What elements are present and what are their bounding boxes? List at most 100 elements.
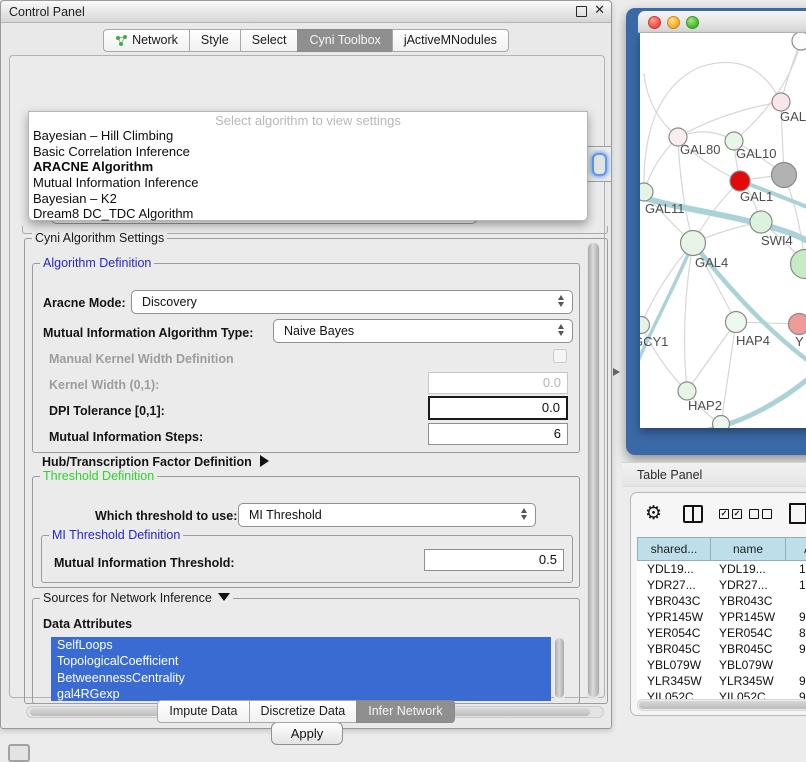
network-edge[interactable] bbox=[644, 73, 678, 137]
network-node[interactable] bbox=[730, 171, 750, 191]
network-canvas[interactable]: GALGAL80GAL10GAL1GAL11SWI4GAL4GCY1HAP4YH… bbox=[640, 33, 806, 428]
table-cell: YDL19... bbox=[637, 561, 711, 577]
algorithm-option[interactable]: ARACNE Algorithm bbox=[29, 159, 587, 175]
node-label: GAL bbox=[780, 109, 806, 124]
network-edge[interactable] bbox=[644, 62, 781, 192]
network-edge[interactable] bbox=[644, 137, 678, 192]
gear-icon[interactable]: ⚙ bbox=[645, 502, 662, 524]
node-label: GCY1 bbox=[640, 334, 668, 349]
network-edge[interactable] bbox=[685, 243, 693, 391]
control-panel-window: Control Panel ✕ Network Style Select Cyn… bbox=[0, 0, 612, 729]
document-icon[interactable] bbox=[789, 503, 806, 524]
table-row[interactable]: YDL19...YDL19...13 bbox=[637, 561, 806, 577]
network-edge[interactable] bbox=[678, 102, 781, 137]
tab-cyni-toolbox[interactable]: Cyni Toolbox bbox=[297, 29, 392, 52]
tab-style[interactable]: Style bbox=[189, 29, 241, 52]
network-node[interactable] bbox=[791, 250, 806, 279]
manual-kernel-checkbox[interactable] bbox=[553, 349, 567, 363]
attribute-list-item[interactable]: BetweennessCentrality bbox=[51, 670, 551, 686]
column-header-name[interactable]: name bbox=[710, 537, 786, 561]
float-window-icon[interactable] bbox=[576, 6, 587, 17]
mi-type-select[interactable]: Naive Bayes bbox=[273, 319, 573, 343]
apply-button[interactable]: Apply bbox=[271, 722, 343, 745]
table-row[interactable]: YIL052CYIL052C9 bbox=[637, 689, 806, 699]
table-row[interactable]: YPR145WYPR145W9. bbox=[637, 609, 806, 625]
network-edge[interactable] bbox=[687, 322, 736, 391]
table-cell: YBL079W bbox=[637, 657, 711, 673]
corner-button-fragment[interactable] bbox=[8, 744, 30, 762]
collapse-down-icon[interactable] bbox=[218, 593, 230, 601]
table-cell: YPR145W bbox=[637, 609, 711, 625]
network-node[interactable] bbox=[640, 317, 650, 334]
algorithm-option[interactable]: Mutual Information Inference bbox=[29, 175, 587, 191]
mi-steps-label: Mutual Information Steps: bbox=[49, 430, 203, 444]
network-node[interactable] bbox=[640, 183, 653, 201]
algorithm-option[interactable]: Dream8 DC_TDC Algorithm bbox=[29, 206, 587, 222]
tab-network[interactable]: Network bbox=[103, 29, 190, 52]
algorithm-option[interactable]: Basic Correlation Inference bbox=[29, 144, 587, 160]
cyni-settings-title: Cyni Algorithm Settings bbox=[32, 231, 167, 245]
list-vertical-scrollbar[interactable] bbox=[554, 637, 565, 701]
table-panel-titlebar: Table Panel bbox=[622, 462, 806, 487]
table-cell: YBL079W bbox=[711, 657, 787, 673]
attribute-list-item[interactable]: SelfLoops bbox=[51, 637, 551, 653]
table-cell: 9. bbox=[787, 641, 806, 657]
aracne-mode-select[interactable]: Discovery bbox=[131, 290, 573, 314]
network-node[interactable] bbox=[789, 314, 806, 335]
network-edge[interactable] bbox=[734, 41, 801, 141]
tab-network-label: Network bbox=[132, 30, 178, 51]
tab-impute-data[interactable]: Impute Data bbox=[157, 700, 249, 723]
tab-infer-network[interactable]: Infer Network bbox=[356, 700, 454, 723]
dpi-tolerance-field[interactable]: 0.0 bbox=[428, 396, 568, 420]
network-edge[interactable] bbox=[721, 322, 736, 424]
close-traffic-light[interactable] bbox=[648, 16, 661, 29]
algorithm-option[interactable]: Bayesian – K2 bbox=[29, 191, 587, 207]
deselect-all-icon[interactable] bbox=[749, 509, 772, 519]
expand-right-icon bbox=[260, 455, 269, 467]
table-row[interactable]: YBL079WYBL079W bbox=[637, 657, 806, 673]
table-cell: YBR045C bbox=[637, 641, 711, 657]
column-header-cut[interactable]: A bbox=[785, 537, 806, 561]
threshold-definition-group: Threshold Definition Which threshold to … bbox=[32, 476, 580, 588]
network-node[interactable] bbox=[792, 33, 806, 50]
mi-steps-field[interactable]: 6 bbox=[428, 423, 568, 445]
which-threshold-select[interactable]: MI Threshold bbox=[238, 503, 536, 527]
data-attributes-list[interactable]: SelfLoopsTopologicalCoefficientBetweenne… bbox=[51, 637, 551, 701]
settings-vertical-scrollbar[interactable] bbox=[587, 242, 600, 700]
algorithm-dropdown-popup: Select algorithm to view settings Bayesi… bbox=[28, 111, 588, 221]
column-header-shared-name[interactable]: shared... bbox=[637, 537, 711, 561]
network-node[interactable] bbox=[713, 416, 730, 429]
cyni-toolbox-panel: Select algorithm to view settings Bayesi… bbox=[9, 55, 605, 698]
network-node[interactable] bbox=[681, 231, 706, 256]
mi-threshold-title: MI Threshold Definition bbox=[49, 528, 183, 542]
zoom-traffic-light[interactable] bbox=[686, 16, 699, 29]
table-row[interactable]: YBR045CYBR045C9. bbox=[637, 641, 806, 657]
attribute-list-item[interactable]: gal4RGexp bbox=[51, 686, 551, 701]
table-cell: 9. bbox=[787, 673, 806, 689]
algorithm-option[interactable]: Bayesian – Hill Climbing bbox=[29, 128, 587, 144]
network-node[interactable] bbox=[772, 163, 797, 188]
table-horizontal-scrollbar[interactable] bbox=[637, 699, 806, 711]
table-row[interactable]: YBR043CYBR043C bbox=[637, 593, 806, 609]
select-all-icon[interactable]: ✓✓ bbox=[719, 509, 742, 519]
node-label: GAL10 bbox=[736, 146, 776, 161]
table-cell: 9 bbox=[787, 689, 806, 699]
aracne-mode-label: Aracne Mode: bbox=[43, 296, 126, 310]
combo-stepper-focused[interactable] bbox=[592, 153, 607, 176]
tab-jactivemnodules[interactable]: jActiveMNodules bbox=[392, 29, 509, 52]
attribute-list-item[interactable]: TopologicalCoefficient bbox=[51, 653, 551, 669]
network-view-window: GALGAL80GAL10GAL1GAL11SWI4GAL4GCY1HAP4YH… bbox=[626, 8, 806, 455]
network-node[interactable] bbox=[750, 211, 772, 233]
network-node[interactable] bbox=[726, 312, 747, 333]
table-row[interactable]: YLR345WYLR345W9. bbox=[637, 673, 806, 689]
tab-select[interactable]: Select bbox=[240, 29, 299, 52]
kernel-width-field[interactable]: 0.0 bbox=[428, 372, 568, 394]
split-columns-icon[interactable] bbox=[683, 505, 703, 523]
table-cell bbox=[787, 593, 806, 609]
table-row[interactable]: YER054CYER054C8. bbox=[637, 625, 806, 641]
close-icon[interactable]: ✕ bbox=[594, 3, 605, 18]
tab-discretize-data[interactable]: Discretize Data bbox=[249, 700, 358, 723]
minimize-traffic-light[interactable] bbox=[667, 16, 680, 29]
mi-threshold-field[interactable]: 0.5 bbox=[424, 549, 564, 571]
table-row[interactable]: YDR27...YDR27...12 bbox=[637, 577, 806, 593]
